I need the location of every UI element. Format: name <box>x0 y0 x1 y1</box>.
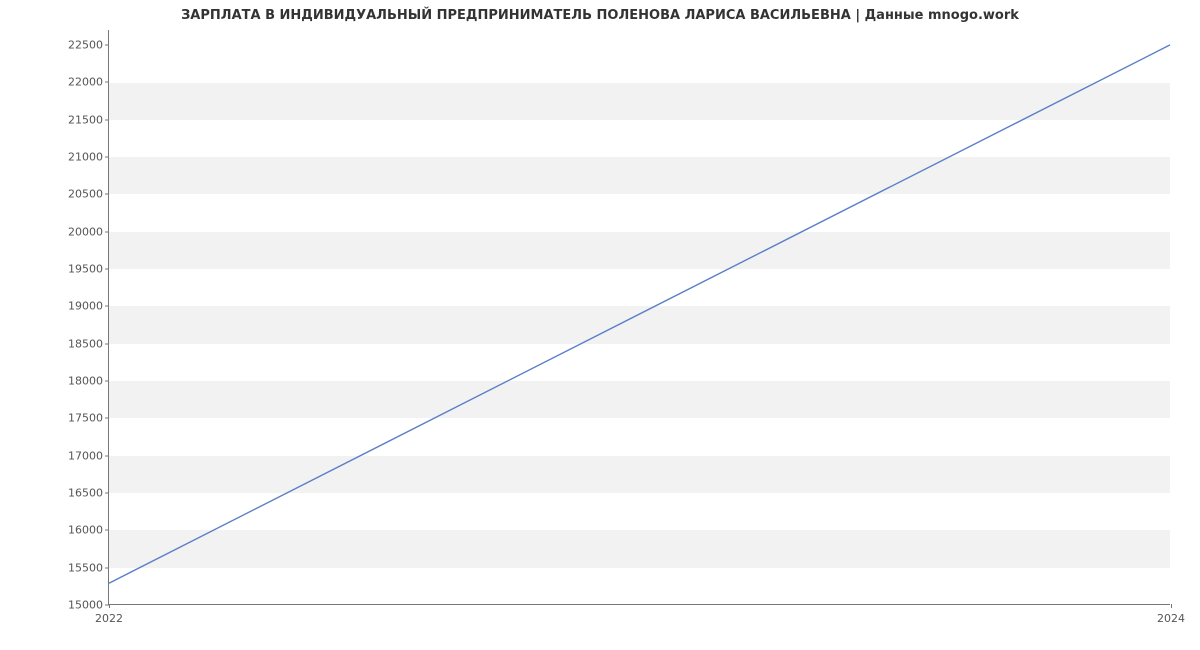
x-tick-mark <box>109 604 110 608</box>
x-tick-mark <box>1171 604 1172 608</box>
data-line <box>109 45 1170 583</box>
y-tick-label: 21000 <box>68 150 103 163</box>
y-tick-label: 19500 <box>68 262 103 275</box>
chart-container: ЗАРПЛАТА В ИНДИВИДУАЛЬНЫЙ ПРЕДПРИНИМАТЕЛ… <box>0 0 1200 650</box>
y-tick-label: 20000 <box>68 225 103 238</box>
y-tick-label: 17500 <box>68 412 103 425</box>
y-gridline <box>109 605 1170 606</box>
y-tick-label: 15500 <box>68 561 103 574</box>
y-tick-label: 21500 <box>68 113 103 126</box>
x-tick-label: 2024 <box>1157 612 1185 625</box>
y-tick-label: 20500 <box>68 188 103 201</box>
y-tick-label: 19000 <box>68 300 103 313</box>
y-tick-label: 22000 <box>68 76 103 89</box>
y-tick-label: 18000 <box>68 374 103 387</box>
chart-title: ЗАРПЛАТА В ИНДИВИДУАЛЬНЫЙ ПРЕДПРИНИМАТЕЛ… <box>0 8 1200 23</box>
y-tick-label: 16000 <box>68 524 103 537</box>
y-tick-label: 17000 <box>68 449 103 462</box>
y-tick-label: 16500 <box>68 486 103 499</box>
y-tick-label: 22500 <box>68 38 103 51</box>
y-tick-label: 18500 <box>68 337 103 350</box>
plot-area: 1500015500160001650017000175001800018500… <box>108 30 1170 605</box>
y-tick-label: 15000 <box>68 599 103 612</box>
x-tick-label: 2022 <box>95 612 123 625</box>
line-layer <box>109 30 1170 604</box>
